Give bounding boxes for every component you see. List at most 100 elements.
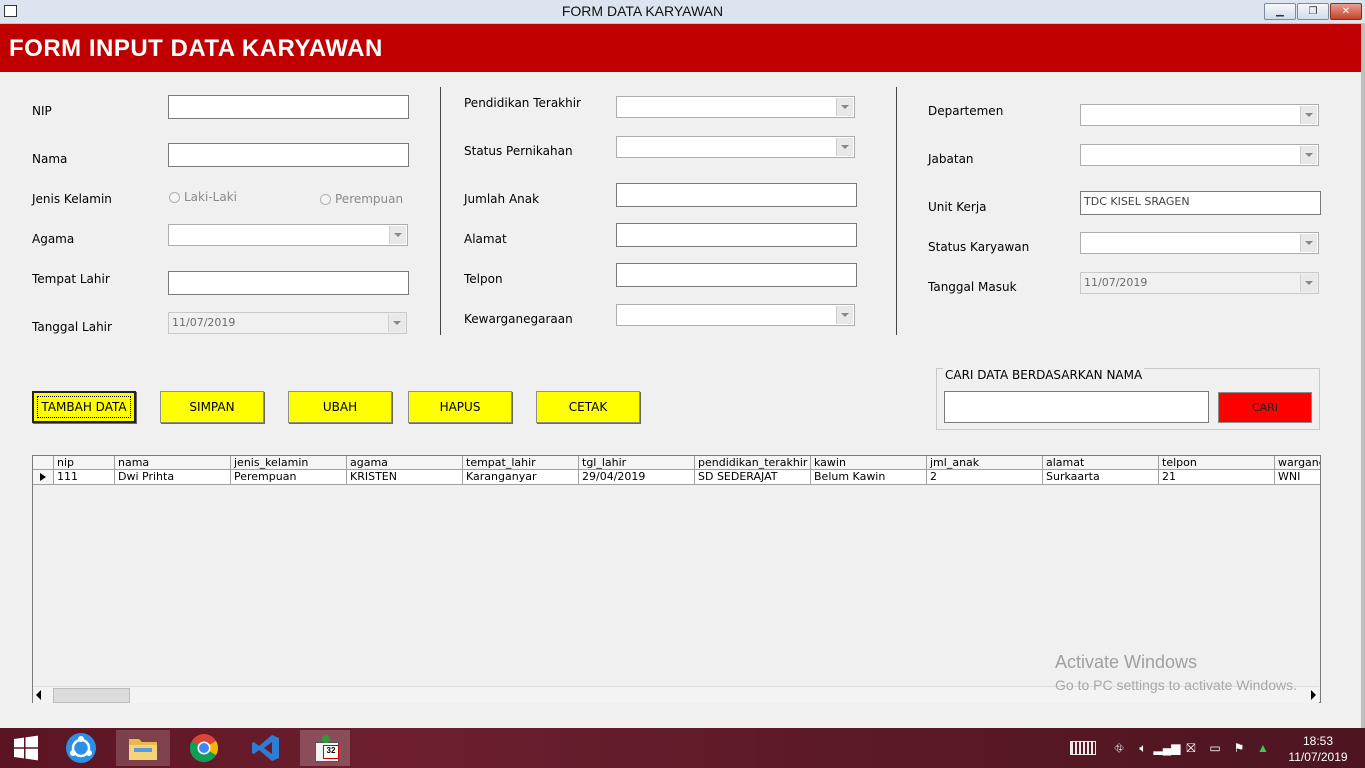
tanggal-masuk-value: 11/07/2019 bbox=[1084, 276, 1148, 289]
cetak-button[interactable]: CETAK bbox=[536, 391, 640, 423]
table-cell[interactable]: Perempuan bbox=[231, 470, 347, 485]
table-cell[interactable]: 2 bbox=[927, 470, 1043, 485]
form-app-icon: 32 bbox=[311, 734, 339, 762]
table-cell[interactable]: 21 bbox=[1159, 470, 1275, 485]
table-cell[interactable]: 111 bbox=[54, 470, 115, 485]
column-header-nip[interactable]: nip bbox=[54, 456, 115, 470]
scroll-right-icon[interactable] bbox=[1311, 690, 1316, 700]
jabatan-select[interactable] bbox=[1080, 144, 1319, 166]
tanggal-masuk-picker[interactable]: 11/07/2019 bbox=[1080, 272, 1319, 294]
nama-field[interactable] bbox=[168, 143, 409, 167]
column-header-telpon[interactable]: telpon bbox=[1159, 456, 1275, 470]
volume-icon[interactable]: 🔈︎ bbox=[1134, 738, 1152, 758]
taskbar-app-vscode[interactable] bbox=[244, 730, 288, 766]
flag-icon[interactable]: ⚑ bbox=[1230, 738, 1248, 758]
table-cell[interactable]: Dwi Prihta bbox=[115, 470, 231, 485]
column-header-alamat[interactable]: alamat bbox=[1043, 456, 1159, 470]
departemen-select[interactable] bbox=[1080, 104, 1319, 126]
column-divider bbox=[896, 87, 897, 335]
tambah-data-label: TAMBAH DATA bbox=[37, 396, 131, 418]
status-karyawan-label: Status Karyawan bbox=[928, 240, 1030, 254]
simpan-button[interactable]: SIMPAN bbox=[160, 391, 264, 423]
column-header-jml-anak[interactable]: jml_anak bbox=[927, 456, 1043, 470]
page-title: FORM INPUT DATA KARYAWAN bbox=[9, 35, 383, 62]
chevron-down-icon[interactable] bbox=[836, 98, 853, 116]
table-cell[interactable]: WNI bbox=[1275, 470, 1320, 485]
chevron-down-icon[interactable] bbox=[389, 226, 406, 244]
chevron-down-icon[interactable] bbox=[836, 306, 853, 324]
scroll-thumb[interactable] bbox=[53, 688, 130, 703]
column-header-tempat-lahir[interactable]: tempat_lahir bbox=[463, 456, 579, 470]
status-pernikahan-select[interactable] bbox=[616, 136, 855, 158]
triangle-app-icon[interactable]: ▲ bbox=[1254, 738, 1272, 758]
kewarganegaraan-select[interactable] bbox=[616, 304, 855, 326]
tanggal-lahir-picker[interactable]: 11/07/2019 bbox=[168, 312, 407, 334]
close-button[interactable]: ✕ bbox=[1330, 3, 1362, 20]
agama-select[interactable] bbox=[168, 224, 408, 246]
windows-logo-icon bbox=[14, 735, 38, 761]
column-header-nama[interactable]: nama bbox=[115, 456, 231, 470]
ubah-button[interactable]: UBAH bbox=[288, 391, 392, 423]
radio-perempuan-label: Perempuan bbox=[335, 192, 404, 206]
start-button[interactable] bbox=[6, 730, 46, 766]
table-cell[interactable]: Belum Kawin bbox=[811, 470, 927, 485]
jabatan-label: Jabatan bbox=[928, 152, 974, 166]
table-cell[interactable]: 29/04/2019 bbox=[579, 470, 695, 485]
network-icon[interactable]: ⛗ bbox=[1110, 738, 1128, 758]
clock[interactable]: 18:53 11/07/2019 bbox=[1282, 734, 1354, 764]
column-header-kawin[interactable]: kawin bbox=[811, 456, 927, 470]
radio-circle-icon bbox=[169, 191, 180, 203]
table-cell[interactable]: Karanganyar bbox=[463, 470, 579, 485]
tempat-lahir-label: Tempat Lahir bbox=[32, 272, 110, 286]
maximize-button[interactable]: ❐ bbox=[1297, 3, 1329, 20]
jumlah-anak-field[interactable] bbox=[616, 183, 857, 207]
taskbar-app-vb-form[interactable]: 32 bbox=[300, 730, 350, 766]
tanggal-lahir-label: Tanggal Lahir bbox=[32, 320, 112, 334]
hapus-button[interactable]: HAPUS bbox=[408, 391, 512, 423]
radio-laki-laki[interactable]: Laki-Laki bbox=[169, 190, 237, 204]
chevron-down-icon[interactable] bbox=[388, 314, 405, 332]
minimize-button[interactable]: ▁ bbox=[1264, 3, 1296, 20]
chevron-down-icon[interactable] bbox=[1300, 106, 1317, 124]
chevron-down-icon[interactable] bbox=[836, 138, 853, 156]
alamat-field[interactable] bbox=[616, 223, 857, 247]
column-header-jenis-kelamin[interactable]: jenis_kelamin bbox=[231, 456, 347, 470]
scroll-left-icon[interactable] bbox=[36, 690, 41, 700]
tambah-data-button[interactable]: TAMBAH DATA bbox=[32, 391, 136, 423]
column-header-agama[interactable]: agama bbox=[347, 456, 463, 470]
taskbar-app-chrome[interactable] bbox=[182, 730, 226, 766]
column-header-warganegara[interactable]: wargane bbox=[1275, 456, 1320, 470]
telpon-field[interactable] bbox=[616, 263, 857, 287]
table-cell[interactable]: KRISTEN bbox=[347, 470, 463, 485]
nip-field[interactable] bbox=[168, 95, 409, 119]
chevron-down-icon[interactable] bbox=[1300, 234, 1317, 252]
display-icon[interactable]: ▭ bbox=[1206, 738, 1224, 758]
pendidikan-select[interactable] bbox=[616, 96, 855, 118]
chevron-down-icon[interactable] bbox=[1300, 146, 1317, 164]
alert-icon[interactable]: ⛝ bbox=[1182, 738, 1200, 758]
radio-perempuan[interactable]: Perempuan bbox=[320, 192, 403, 206]
sync-app-icon bbox=[66, 733, 96, 763]
cari-button[interactable]: CARI bbox=[1218, 392, 1312, 423]
taskbar-app-sync[interactable] bbox=[60, 730, 102, 766]
column-header-tgl-lahir[interactable]: tgl_lahir bbox=[579, 456, 695, 470]
taskbar-app-explorer[interactable] bbox=[116, 730, 170, 766]
table-cell[interactable]: SD SEDERAJAT bbox=[695, 470, 811, 485]
departemen-label: Departemen bbox=[928, 104, 1004, 118]
unit-kerja-label: Unit Kerja bbox=[928, 200, 987, 214]
activate-windows-subtitle: Go to PC settings to activate Windows. bbox=[1055, 677, 1297, 693]
app-badge: 32 bbox=[323, 745, 339, 759]
chevron-down-icon[interactable] bbox=[1300, 274, 1317, 292]
row-selector[interactable] bbox=[33, 470, 54, 485]
search-input[interactable] bbox=[944, 391, 1209, 423]
keyboard-icon[interactable] bbox=[1068, 738, 1098, 758]
column-header-pendidikan[interactable]: pendidikan_terakhir bbox=[695, 456, 811, 470]
status-karyawan-select[interactable] bbox=[1080, 232, 1319, 254]
table-cell[interactable]: Surkaarta bbox=[1043, 470, 1159, 485]
close-icon: ✕ bbox=[1341, 6, 1351, 17]
tempat-lahir-field[interactable] bbox=[168, 271, 409, 295]
signal-icon[interactable]: ▂▄▆ bbox=[1154, 738, 1181, 758]
unit-kerja-field[interactable]: TDC KISEL SRAGEN bbox=[1080, 191, 1321, 215]
restore-icon: ❐ bbox=[1308, 6, 1318, 17]
row-pointer-icon bbox=[40, 473, 46, 481]
